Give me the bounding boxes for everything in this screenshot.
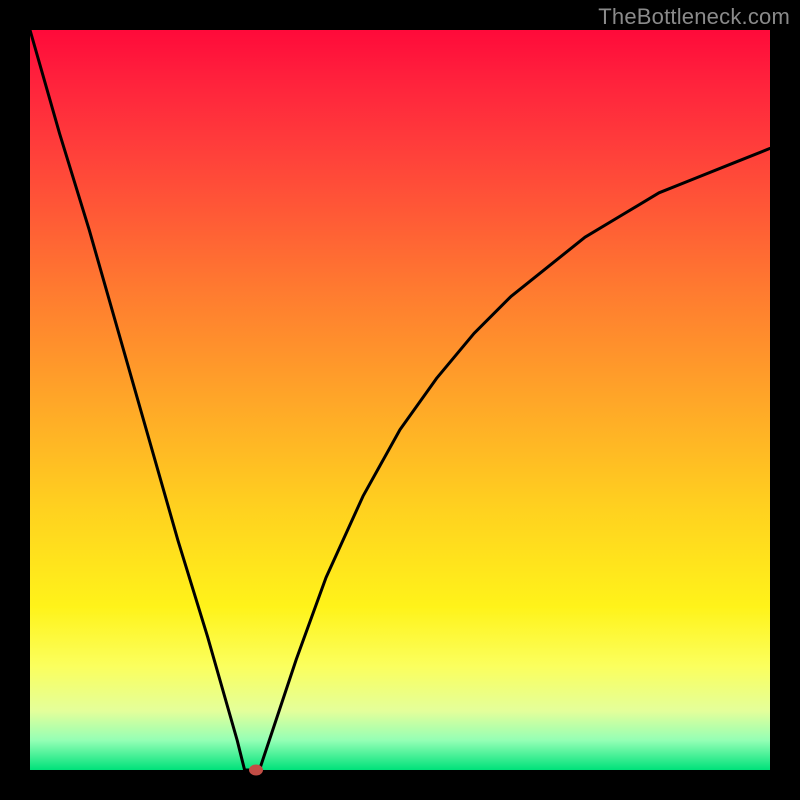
plot-area xyxy=(30,30,770,770)
chart-frame: TheBottleneck.com xyxy=(0,0,800,800)
bottleneck-curve xyxy=(30,30,770,770)
watermark-text: TheBottleneck.com xyxy=(598,4,790,30)
optimal-point-marker xyxy=(249,765,263,776)
curve-path xyxy=(30,30,770,770)
